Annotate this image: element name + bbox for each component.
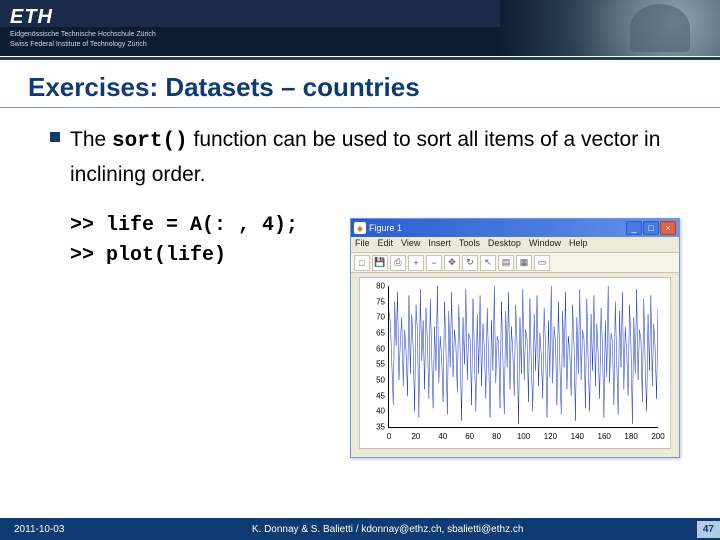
bullet-code: sort() bbox=[112, 130, 188, 153]
cursor-icon[interactable]: ↖ bbox=[480, 255, 496, 271]
ytick: 75 bbox=[365, 297, 385, 306]
eth-logo: ETH bbox=[10, 6, 156, 29]
eth-subline1: Eidgenössische Technische Hochschule Zür… bbox=[10, 31, 156, 39]
matlab-figure-window: ◆ Figure 1 _ □ × File Edit View Insert Tools… bbox=[350, 218, 680, 458]
xtick: 0 bbox=[387, 432, 391, 441]
ytick: 70 bbox=[365, 313, 385, 322]
eth-logo-block: ETH Eidgenössische Technische Hochschule… bbox=[10, 6, 156, 48]
xtick: 140 bbox=[571, 432, 584, 441]
file-new-icon[interactable]: □ bbox=[354, 255, 370, 271]
menu-window[interactable]: Window bbox=[529, 238, 561, 251]
window-titlebar[interactable]: ◆ Figure 1 _ □ × bbox=[351, 219, 679, 237]
plot-canvas: 35 40 45 50 55 60 65 70 75 80 0 20 40 60 80 100 120 140 16… bbox=[359, 277, 671, 449]
bullet-pre: The bbox=[70, 128, 112, 151]
legend-icon[interactable]: ▦ bbox=[516, 255, 532, 271]
ytick: 60 bbox=[365, 344, 385, 353]
footer-date: 2011-10-03 bbox=[0, 524, 78, 535]
xtick: 80 bbox=[492, 432, 501, 441]
window-buttons: _ □ × bbox=[626, 221, 676, 235]
print-icon[interactable]: ⎙ bbox=[390, 255, 406, 271]
save-icon[interactable]: 💾 bbox=[372, 255, 388, 271]
banner-photo bbox=[500, 0, 720, 56]
pan-icon[interactable]: ✥ bbox=[444, 255, 460, 271]
box-icon[interactable]: ▭ bbox=[534, 255, 550, 271]
eth-subline2: Swiss Federal Institute of Technology Zu… bbox=[10, 41, 156, 49]
close-button[interactable]: × bbox=[660, 221, 676, 235]
menu-insert[interactable]: Insert bbox=[428, 238, 451, 251]
xtick: 180 bbox=[624, 432, 637, 441]
menu-file[interactable]: File bbox=[355, 238, 370, 251]
menu-tools[interactable]: Tools bbox=[459, 238, 480, 251]
menu-view[interactable]: View bbox=[401, 238, 420, 251]
menu-edit[interactable]: Edit bbox=[378, 238, 394, 251]
axes: 3540455055606570758002040608010012014016… bbox=[388, 286, 658, 428]
ytick: 50 bbox=[365, 376, 385, 385]
ytick: 55 bbox=[365, 360, 385, 369]
dome-shape bbox=[630, 4, 690, 52]
menu-bar: File Edit View Insert Tools Desktop Window Help bbox=[351, 237, 679, 253]
menu-desktop[interactable]: Desktop bbox=[488, 238, 521, 251]
line-plot bbox=[389, 286, 658, 427]
ytick: 80 bbox=[365, 282, 385, 291]
matlab-icon: ◆ bbox=[354, 222, 366, 234]
xtick: 120 bbox=[544, 432, 557, 441]
code-line-1: >> life = A(: , 4); bbox=[70, 214, 298, 237]
rotate-icon[interactable]: ↻ bbox=[462, 255, 478, 271]
colorbar-icon[interactable]: ▤ bbox=[498, 255, 514, 271]
toolbar: □💾⎙+−✥↻↖▤▦▭ bbox=[351, 253, 679, 273]
code-line-2: >> plot(life) bbox=[70, 244, 226, 267]
xtick: 20 bbox=[411, 432, 420, 441]
xtick: 160 bbox=[598, 432, 611, 441]
footer-page: 47 bbox=[697, 521, 720, 538]
bullet-square-icon bbox=[50, 132, 60, 142]
window-title: Figure 1 bbox=[369, 223, 402, 233]
xtick: 40 bbox=[438, 432, 447, 441]
menu-help[interactable]: Help bbox=[569, 238, 588, 251]
slide-title: Exercises: Datasets – countries bbox=[0, 60, 720, 108]
ytick: 65 bbox=[365, 329, 385, 338]
minimize-button[interactable]: _ bbox=[626, 221, 642, 235]
footer: 2011-10-03 K. Donnay & S. Balietti / kdo… bbox=[0, 518, 720, 540]
bullet-item: The sort() function can be used to sort … bbox=[50, 124, 670, 191]
zoom-out-icon[interactable]: − bbox=[426, 255, 442, 271]
ytick: 45 bbox=[365, 391, 385, 400]
footer-authors: K. Donnay & S. Balietti / kdonnay@ethz.c… bbox=[78, 524, 696, 535]
xtick: 60 bbox=[465, 432, 474, 441]
header-banner: ETH Eidgenössische Technische Hochschule… bbox=[0, 0, 720, 56]
zoom-in-icon[interactable]: + bbox=[408, 255, 424, 271]
xtick: 200 bbox=[651, 432, 664, 441]
ytick: 40 bbox=[365, 407, 385, 416]
bullet-text: The sort() function can be used to sort … bbox=[70, 124, 670, 191]
xtick: 100 bbox=[517, 432, 530, 441]
ytick: 35 bbox=[365, 423, 385, 432]
maximize-button[interactable]: □ bbox=[643, 221, 659, 235]
